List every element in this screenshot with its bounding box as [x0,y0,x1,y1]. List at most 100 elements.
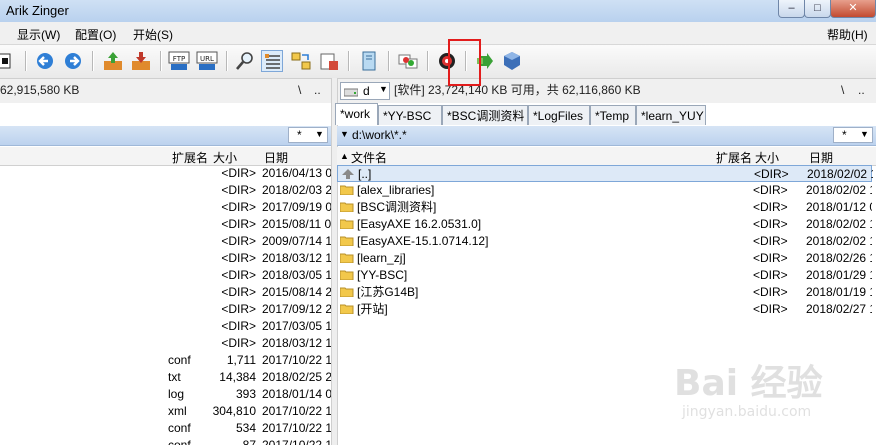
table-row[interactable]: [开站] <DIR> 2018/02/27 1 [337,301,872,318]
file-date: 2018/02/02 1 [807,167,873,181]
file-size: <DIR> [221,319,256,333]
notebook-icon[interactable] [358,50,380,72]
header-date[interactable]: 日期 [809,149,833,166]
file-date: 2015/08/11 02 [262,217,331,231]
header-ext[interactable]: 扩展名 [172,149,208,166]
table-row[interactable]: <DIR> 2018/03/12 10 [0,250,331,267]
sync-icon[interactable] [290,50,312,72]
menu-start[interactable]: 开始(S) [133,26,173,43]
left-root-button[interactable]: \ [298,82,301,99]
file-date: 2018/02/26 1 [806,251,872,265]
file-date: 2016/04/13 08 [262,166,331,180]
tab-yy-bsc[interactable]: *YY-BSC [378,105,442,125]
file-size: <DIR> [221,217,256,231]
table-row[interactable]: <DIR> 2015/08/14 22 [0,284,331,301]
table-row[interactable]: conf1,7112017/10/22 19 [0,352,331,369]
table-row[interactable]: <DIR> 2017/09/19 08 [0,199,331,216]
right-root-button[interactable]: \ [841,82,844,99]
tab-bsc-debug[interactable]: *BSC调测资料 [442,105,528,125]
header-size[interactable]: 大小 [755,149,779,166]
close-button[interactable]: ✕ [830,0,876,18]
header-ext[interactable]: 扩展名 [716,149,752,166]
table-row[interactable]: <DIR> 2018/03/12 10 [0,335,331,352]
minimize-button[interactable]: – [778,0,805,18]
table-row[interactable]: [alex_libraries] <DIR> 2018/02/02 1 [337,182,872,199]
folder-icon [340,287,354,297]
table-row[interactable]: <DIR> 2009/07/14 11 [0,233,331,250]
tab-temp[interactable]: *Temp [590,105,636,125]
folder-icon [340,236,354,246]
forward-icon[interactable] [62,50,84,72]
file-date: 2018/01/19 1 [806,285,872,299]
file-date: 2018/02/02 1 [806,234,872,248]
menu-help[interactable]: 帮助(H) [827,26,868,43]
menu-display[interactable]: 显示(W) [17,26,60,43]
url-icon[interactable]: URL [196,50,218,72]
table-row[interactable]: [EasyAXE-15.1.0714.12] <DIR> 2018/02/02 1 [337,233,872,250]
header-size[interactable]: 大小 [213,149,237,166]
table-row[interactable]: conf872017/10/22 19 [0,437,331,445]
file-name: [BSC调测资料] [357,200,437,214]
current-path[interactable]: d:\work\*.* [352,128,407,142]
right-column-headers: ▲ 文件名 扩展名 大小 日期 [337,147,876,166]
drive-selector[interactable]: d ▼ [340,82,390,100]
table-row[interactable]: <DIR> 2015/08/11 02 [0,216,331,233]
find-icon[interactable] [234,50,256,72]
unpack-icon[interactable] [318,50,340,72]
file-date: 2018/02/02 1 [806,183,872,197]
file-date: 2018/03/12 10 [262,251,331,265]
table-row[interactable]: [learn_zj] <DIR> 2018/02/26 1 [337,250,872,267]
right-path-bar: ▼ d:\work\*.* * ▼ [337,126,876,146]
left-filter-box[interactable]: * ▼ [288,127,328,143]
table-row[interactable]: <DIR> 2017/09/12 22 [0,301,331,318]
file-date: 2018/01/12 0 [806,200,872,214]
file-name: [alex_libraries] [357,183,435,197]
right-filter-box[interactable]: * ▼ [833,127,873,143]
table-row[interactable]: <DIR> 2018/03/05 16 [0,267,331,284]
table-row[interactable]: [江苏G14B] <DIR> 2018/01/19 1 [337,284,872,301]
tab-logfiles[interactable]: *LogFiles [528,105,590,125]
left-column-headers: 扩展名 大小 日期 [0,147,331,166]
header-name[interactable]: 文件名 [351,149,387,166]
left-up-button[interactable]: .. [314,82,321,99]
table-row[interactable]: [BSC调测资料] <DIR> 2018/01/12 0 [337,199,872,216]
table-row[interactable]: log3932018/01/14 09 [0,386,331,403]
ftp-icon[interactable]: FTP [168,50,190,72]
table-row[interactable]: <DIR> 2017/03/05 19 [0,318,331,335]
view-icon[interactable] [0,50,22,72]
tab-work[interactable]: *work [335,103,378,125]
drive-icon [344,88,358,97]
table-row[interactable]: [EasyAXE 16.2.0531.0] <DIR> 2018/02/02 1 [337,216,872,233]
header-date[interactable]: 日期 [264,149,288,166]
table-row[interactable]: [YY-BSC] <DIR> 2018/01/29 1 [337,267,872,284]
compare-icon[interactable] [397,50,419,72]
table-row[interactable]: <DIR> 2018/02/03 22 [0,182,331,199]
back-icon[interactable] [34,50,56,72]
download-icon[interactable] [130,50,152,72]
left-drive-info-bar: 62,915,580 KB \ .. [0,79,331,103]
box-icon[interactable] [501,50,523,72]
list-icon[interactable] [261,50,283,72]
file-size: <DIR> [221,234,256,248]
menu-bar: 显示(W) 配置(O) 开始(S) 帮助(H) [0,22,876,45]
watermark-url: jingyan.baidu.com [682,404,812,420]
table-row[interactable]: <DIR> 2016/04/13 08 [0,165,331,182]
file-date: 2018/01/29 1 [806,268,872,282]
file-name: [EasyAXE-15.1.0714.12] [357,234,489,248]
parent-dir-row[interactable]: [..] <DIR> 2018/02/02 1 [337,165,873,182]
table-row[interactable]: txt14,3842018/02/25 22 [0,369,331,386]
file-size: <DIR> [221,285,256,299]
table-row[interactable]: conf5342017/10/22 19 [0,420,331,437]
upload-icon[interactable] [102,50,124,72]
file-size: 14,384 [219,370,256,384]
right-up-button[interactable]: .. [858,82,865,99]
tab-learn-yuy[interactable]: *learn_YUY [636,105,706,125]
file-size: <DIR> [753,251,788,265]
menu-config[interactable]: 配置(O) [75,26,116,43]
folder-icon [340,270,354,280]
file-name: [EasyAXE 16.2.0531.0] [357,217,482,231]
path-dropdown-icon[interactable]: ▼ [340,129,349,139]
file-size: <DIR> [753,234,788,248]
maximize-button[interactable]: □ [804,0,831,18]
table-row[interactable]: xml304,8102017/10/22 19 [0,403,331,420]
